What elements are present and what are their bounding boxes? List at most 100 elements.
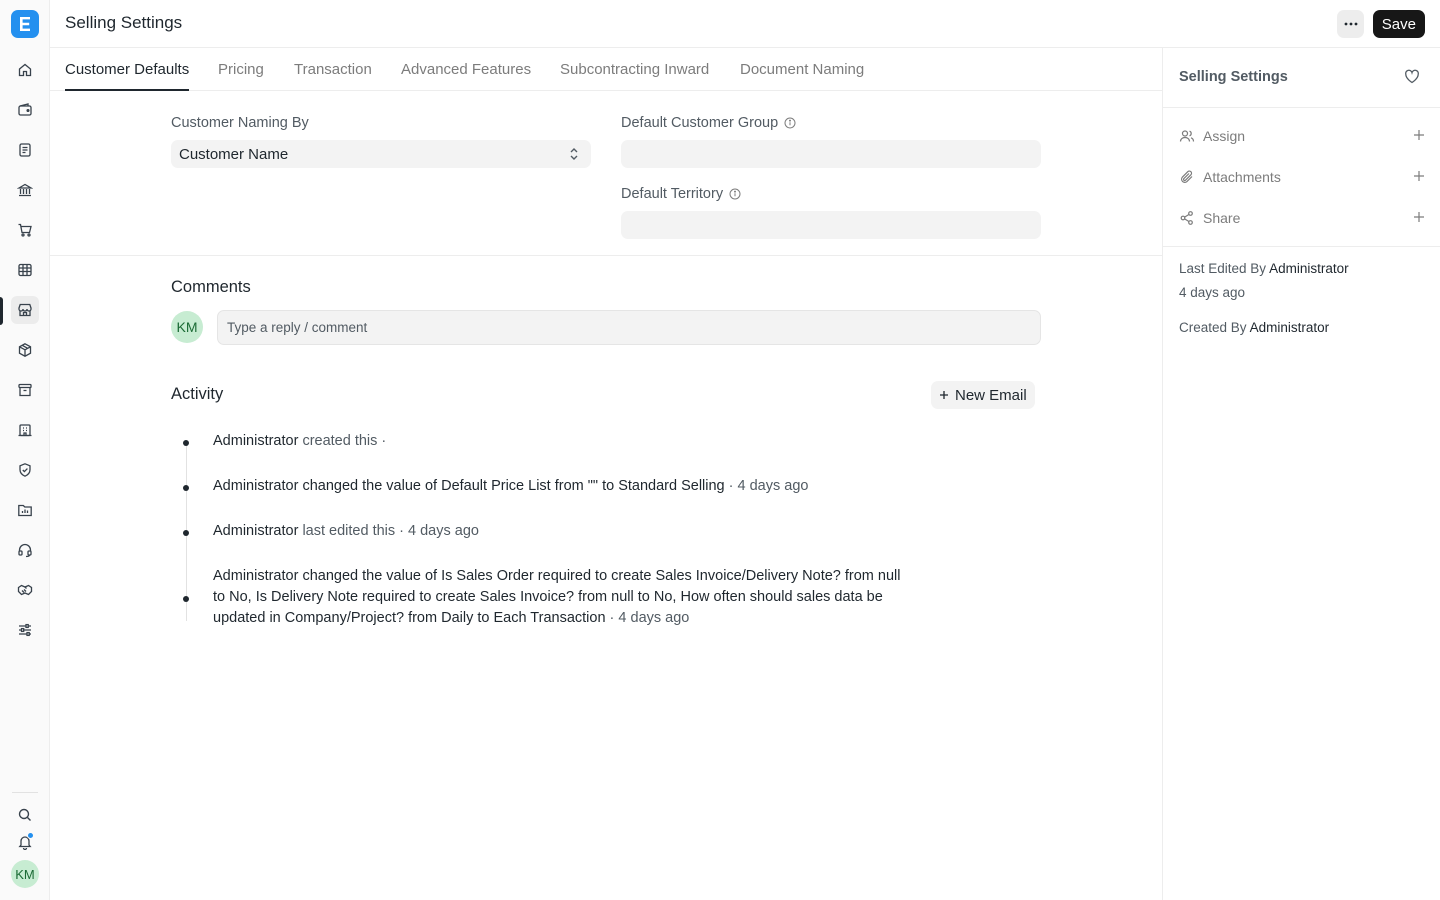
share-label: Share [1203,210,1241,226]
default-territory-input[interactable] [621,211,1041,239]
activity-dot [183,485,189,491]
comments-title: Comments [171,278,251,296]
search-icon[interactable] [11,801,39,829]
add-assign-icon[interactable] [1413,128,1425,144]
default-customer-group-label: Default Customer Group [621,115,796,131]
wallet-icon[interactable] [11,96,39,124]
attachments-label: Attachments [1203,169,1281,185]
created-user[interactable]: Administrator [1250,320,1330,335]
comment-input[interactable] [217,310,1041,345]
activity-text-segment: to [213,589,230,605]
building-icon[interactable] [11,416,39,444]
default-customer-group-input[interactable] [621,140,1041,168]
section-divider [50,255,1162,256]
package-icon[interactable] [11,336,39,364]
tab-advanced-features[interactable]: Advanced Features [401,48,531,91]
more-actions-button[interactable] [1337,10,1364,38]
app-rail: KM [0,0,50,900]
store-icon[interactable] [11,296,39,324]
activity-text-segment: Daily [441,610,474,626]
sidebar-divider [1163,107,1440,108]
default-customer-group-label-text: Default Customer Group [621,115,779,131]
activity-text-segment: to [473,610,494,626]
comment-avatar: KM [171,311,203,343]
users-icon [1179,128,1195,144]
activity-text-segment: null [611,589,634,605]
activity-text-segment: to [633,589,654,605]
activity-dot [183,530,189,536]
assign-row[interactable]: Assign [1179,124,1425,148]
document-icon[interactable] [11,136,39,164]
ellipsis-icon [1344,22,1357,26]
attachments-row[interactable]: Attachments [1179,165,1425,189]
paperclip-icon [1179,169,1195,185]
default-territory-label-text: Default Territory [621,186,724,202]
activity-dot [183,596,189,602]
info-icon[interactable] [784,117,796,129]
customer-naming-by-select[interactable]: Customer Name [171,140,591,168]
active-nav-indicator [0,297,3,325]
save-button[interactable]: Save [1372,10,1425,38]
last-edited-time: 4 days ago [1179,285,1246,300]
activity-text-segment: Standard Selling [618,478,725,494]
new-email-button[interactable]: New Email [931,381,1035,409]
activity-text-segment: Administrator [213,523,299,539]
sidebar-title: Selling Settings [1179,69,1288,85]
activity-item: Administrator changed the value of Is Sa… [213,566,903,629]
activity-text-segment: Administrator changed the value of Defau… [213,478,619,494]
activity-text-segment: Administrator changed the value of Is Sa… [213,568,878,584]
last-edited-by: Last Edited By Administrator [1179,261,1349,276]
sliders-icon[interactable] [11,616,39,644]
new-email-label: New Email [955,386,1027,404]
created-by: Created By Administrator [1179,320,1329,335]
tab-bar: Customer Defaults Pricing Transaction Ad… [50,48,1162,91]
activity-text-segment: No [229,589,248,605]
handshake-icon[interactable] [11,576,39,604]
user-avatar[interactable]: KM [11,860,39,888]
table-icon[interactable] [11,256,39,284]
archive-icon[interactable] [11,376,39,404]
bell-icon[interactable] [11,828,39,856]
home-icon[interactable] [11,56,39,84]
info-icon[interactable] [729,188,741,200]
app-logo[interactable] [11,10,39,38]
activity-text-segment: · 4 days ago [724,478,809,494]
folder-chart-icon[interactable] [11,496,39,524]
activity-item: Administrator created this · [213,431,903,452]
share-row[interactable]: Share [1179,206,1425,230]
heart-icon[interactable] [1404,69,1420,89]
chevron-up-down-icon [569,146,579,166]
shield-icon[interactable] [11,456,39,484]
tab-customer-defaults[interactable]: Customer Defaults [65,48,190,91]
activity-text-segment: No [653,589,673,605]
add-share-icon[interactable] [1413,210,1425,226]
rail-divider [12,792,38,793]
headset-icon[interactable] [11,536,39,564]
cart-icon[interactable] [11,216,39,244]
activity-text-segment: , Is Delivery Note required to create Sa… [247,589,612,605]
top-bar: Selling Settings Save [50,0,1440,48]
plus-icon [940,391,948,399]
tab-document-naming[interactable]: Document Naming [740,48,864,91]
created-prefix: Created By [1179,320,1247,335]
last-edited-user[interactable]: Administrator [1269,261,1349,276]
customer-naming-by-label: Customer Naming By [171,115,309,131]
activity-text-segment: Each Transaction [493,610,606,626]
page-title: Selling Settings [65,13,183,32]
activity-text-segment: created this · [298,433,387,449]
activity-text-segment: null [877,568,901,584]
right-sidebar: Selling Settings Assign Attachments Shar… [1162,48,1440,900]
rail-nav [0,56,50,656]
add-attachment-icon[interactable] [1413,169,1425,185]
tab-transaction[interactable]: Transaction [294,48,372,91]
customer-naming-by-value: Customer Name [179,145,289,163]
assign-label: Assign [1203,128,1246,144]
activity-text-segment: Administrator [213,433,299,449]
tab-subcontracting-inward[interactable]: Subcontracting Inward [560,48,709,91]
activity-title: Activity [171,385,224,403]
bank-icon[interactable] [11,176,39,204]
activity-dot [183,440,189,446]
activity-item: Administrator last edited this · 4 days … [213,521,903,542]
sidebar-divider [1163,246,1440,247]
tab-pricing[interactable]: Pricing [218,48,264,91]
